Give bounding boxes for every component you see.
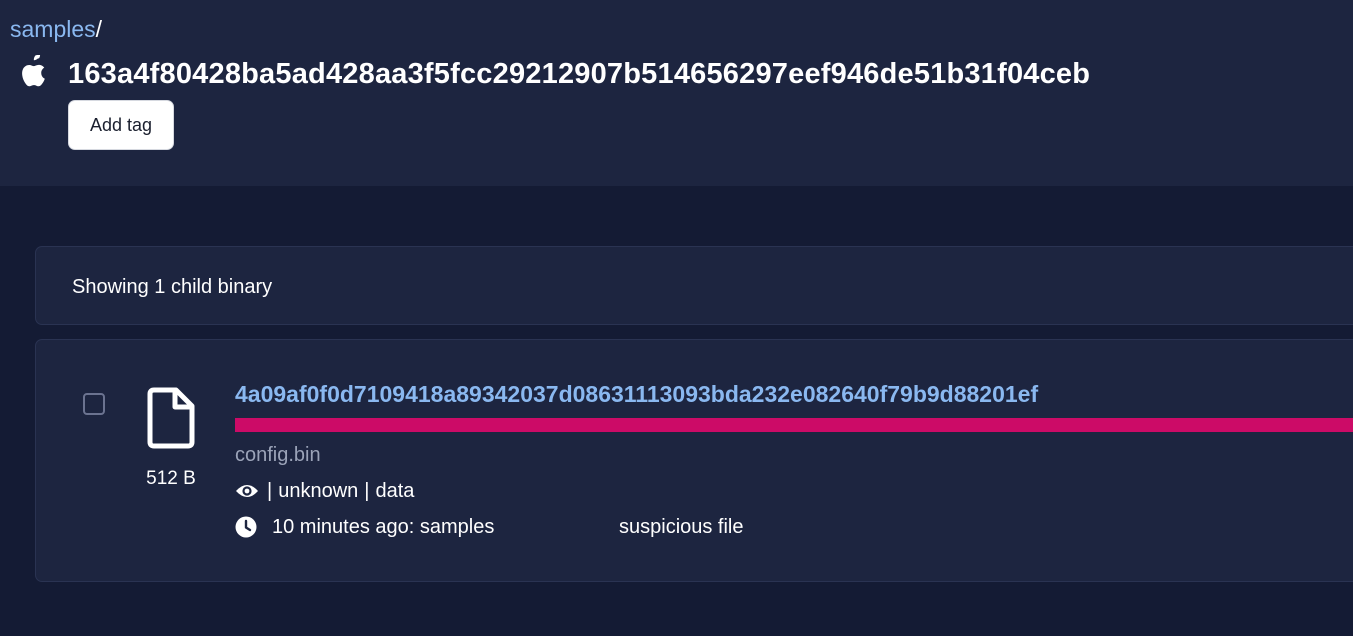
binary-type: unknown [278, 480, 359, 502]
child-binary-card: 512 B 4a09af0f0d7109418a89342037d0863111… [35, 339, 1353, 582]
detection-bar [235, 418, 1353, 432]
binary-label: suspicious file [619, 516, 744, 538]
clock-icon [235, 516, 257, 538]
breadcrumb-separator: / [95, 16, 103, 42]
binary-time-text: 10 minutes ago: samples [272, 516, 495, 538]
binary-time-row: 10 minutes ago: samples [235, 513, 494, 541]
binary-category: data [375, 480, 415, 502]
sample-sha256-title: 163a4f80428ba5ad428aa3f5fcc29212907b5146… [68, 58, 1091, 90]
breadcrumb: samples/ [10, 14, 102, 44]
apple-icon [22, 55, 45, 87]
file-icon [147, 387, 195, 449]
add-tag-button[interactable]: Add tag [68, 100, 174, 150]
breadcrumb-link-samples[interactable]: samples [10, 16, 96, 42]
child-count-card: Showing 1 child binary [35, 246, 1353, 325]
child-count-text: Showing 1 child binary [72, 276, 273, 298]
file-name: config.bin [235, 444, 321, 466]
detection-bar-fill [235, 418, 1353, 432]
meta-separator: | [267, 480, 273, 502]
meta-separator: | [364, 480, 370, 502]
select-binary-checkbox[interactable] [83, 393, 105, 415]
file-size: 512 B [146, 468, 196, 489]
binary-meta-row: | unknown | data [235, 477, 414, 505]
child-sha256-link[interactable]: 4a09af0f0d7109418a89342037d08631113093bd… [235, 378, 1038, 410]
sample-header: samples/ 163a4f80428ba5ad428aa3f5fcc2921… [0, 0, 1353, 186]
eye-icon [236, 485, 258, 497]
